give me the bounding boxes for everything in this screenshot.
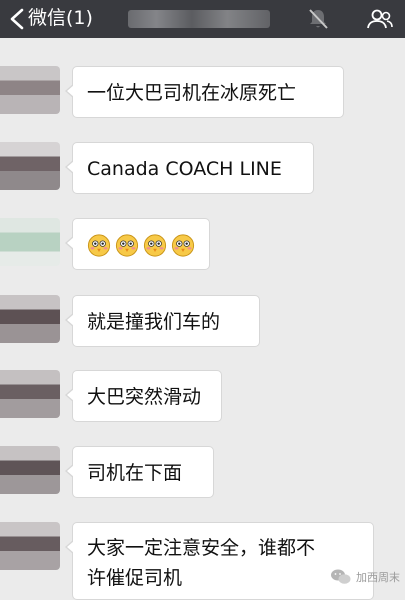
chat-title-blurred (128, 10, 270, 28)
watermark: 加西周末 (330, 562, 400, 592)
message-text: 大巴突然滑动 (87, 386, 202, 408)
avatar[interactable] (0, 522, 60, 570)
message-text: 司机在下面 (87, 462, 183, 484)
flushed-chick-emoji-icon (115, 234, 139, 257)
avatar[interactable] (0, 142, 60, 190)
wechat-logo-icon (331, 569, 351, 584)
chat-info-icon[interactable] (360, 6, 394, 32)
message-bubble[interactable]: 司机在下面 (65, 446, 214, 498)
mute-bell-icon (309, 9, 328, 29)
message-bubble[interactable]: 大家一定注意安全，谁都不 许催促司机 (65, 522, 374, 600)
avatar[interactable] (0, 370, 60, 418)
message-bubble[interactable]: 大巴突然滑动 (65, 370, 222, 422)
message-text-line: 许催促司机 (87, 567, 183, 589)
avatar[interactable] (0, 218, 60, 266)
message-text: 就是撞我们车的 (87, 311, 221, 333)
avatar[interactable] (0, 295, 60, 343)
flushed-chick-emoji-icon (171, 234, 195, 257)
message-text: 一位大巴司机在冰原死亡 (87, 82, 297, 104)
message-bubble[interactable]: Canada COACH LINE (65, 142, 314, 194)
flushed-chick-emoji-icon (143, 234, 167, 257)
message-bubble[interactable]: 就是撞我们车的 (65, 295, 260, 347)
avatar[interactable] (0, 66, 60, 114)
message-text-line: 大家一定注意安全，谁都不 (87, 537, 316, 559)
watermark-text: 加西周末 (356, 571, 400, 584)
avatar[interactable] (0, 446, 60, 494)
back-arrow-icon[interactable] (6, 7, 30, 31)
emoji-message-bubble[interactable] (65, 218, 210, 270)
flushed-chick-emoji-icon (87, 234, 111, 257)
message-bubble[interactable]: 一位大巴司机在冰原死亡 (65, 66, 344, 118)
top-bar: 微信(1) (0, 0, 405, 38)
back-title[interactable]: 微信(1) (28, 5, 93, 31)
message-text: Canada COACH LINE (87, 158, 282, 180)
